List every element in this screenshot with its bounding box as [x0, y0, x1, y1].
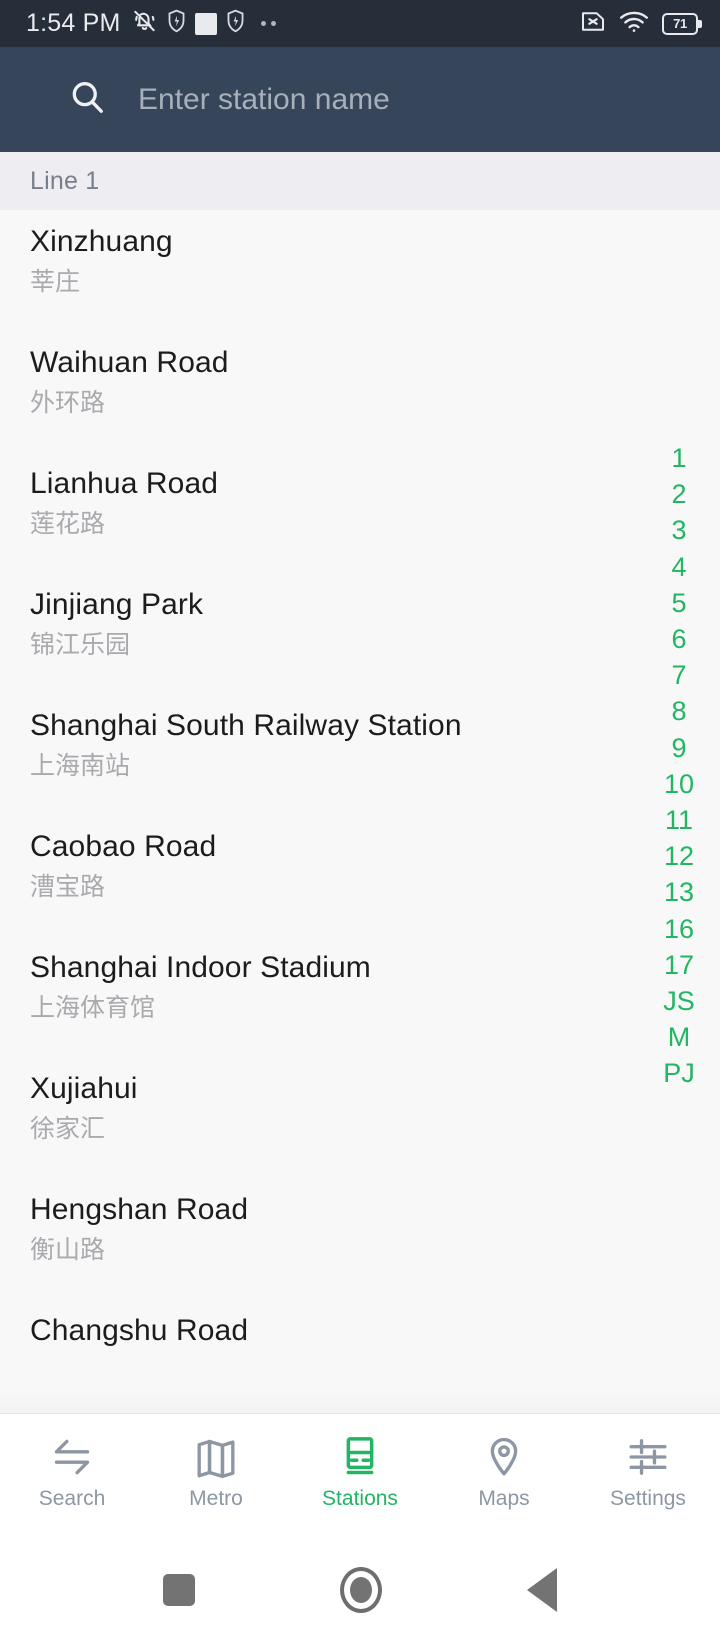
station-name-cn: 莘庄 — [30, 268, 81, 296]
nav-label-stations: Stations — [322, 1486, 398, 1510]
transfer-arrows-icon — [50, 1435, 94, 1479]
index-entry[interactable]: PJ — [650, 1055, 720, 1091]
search-bar[interactable] — [0, 47, 720, 152]
station-name-cn: 徐家汇 — [30, 1115, 106, 1143]
status-bar-left-icons — [131, 8, 276, 39]
search-icon[interactable] — [68, 78, 106, 121]
index-entry[interactable]: 12 — [650, 838, 720, 874]
more-dots-icon — [260, 21, 276, 26]
station-name-en: Caobao Road — [30, 830, 217, 863]
index-entry[interactable]: 11 — [650, 802, 720, 838]
status-bar-time: 1:54 PM — [26, 9, 121, 37]
wifi-icon — [619, 10, 649, 38]
nav-label-maps: Maps — [478, 1486, 530, 1510]
sliders-icon — [626, 1435, 670, 1479]
station-name-en: Xinzhuang — [30, 225, 173, 258]
station-list-item[interactable]: Waihuan Road 外环路 — [0, 331, 720, 452]
nav-item-settings[interactable]: Settings — [576, 1414, 720, 1530]
shield-icon — [167, 9, 186, 38]
status-bar: 1:54 PM 71 — [0, 0, 720, 47]
index-entry[interactable]: 2 — [650, 476, 720, 512]
vibrate-off-icon — [131, 8, 158, 39]
station-name-cn: 漕宝路 — [30, 873, 106, 901]
index-entry[interactable]: 16 — [650, 911, 720, 947]
index-entry[interactable]: JS — [650, 983, 720, 1019]
station-name-en: Jinjiang Park — [30, 588, 204, 621]
shield-icon — [226, 9, 245, 38]
station-list-item[interactable]: Shanghai South Railway Station 上海南站 — [0, 694, 720, 815]
station-name-en: Lianhua Road — [30, 467, 219, 500]
nav-label-settings: Settings — [610, 1486, 686, 1510]
station-name-cn: 锦江乐园 — [30, 631, 131, 659]
station-list-item[interactable]: Shanghai Indoor Stadium 上海体育馆 — [0, 936, 720, 1057]
station-list-item[interactable]: Jinjiang Park 锦江乐园 — [0, 573, 720, 694]
system-navigation-bar — [0, 1530, 720, 1650]
station-list-item[interactable]: Hengshan Road 衡山路 — [0, 1178, 720, 1299]
list-bottom-fade — [0, 1389, 720, 1413]
line-index-scroller[interactable]: 1 2 3 4 5 6 7 8 9 10 11 12 13 16 17 JS M PJ — [650, 440, 720, 1092]
index-entry[interactable]: 3 — [650, 512, 720, 548]
recents-square-icon[interactable] — [162, 1574, 195, 1606]
search-input[interactable] — [138, 76, 720, 123]
index-entry[interactable]: 10 — [650, 766, 720, 802]
folded-map-icon — [194, 1435, 238, 1479]
index-entry[interactable]: M — [650, 1019, 720, 1055]
station-name-en: Shanghai Indoor Stadium — [30, 951, 371, 984]
index-entry[interactable]: 6 — [650, 621, 720, 657]
nav-item-maps[interactable]: Maps — [432, 1414, 576, 1530]
index-entry[interactable]: 8 — [650, 693, 720, 729]
nav-label-metro: Metro — [189, 1486, 243, 1510]
index-entry[interactable]: 9 — [650, 730, 720, 766]
station-name-cn: 衡山路 — [30, 1236, 106, 1264]
station-name-cn: 莲花路 — [30, 510, 106, 538]
station-name-cn: 上海南站 — [30, 752, 131, 780]
station-list-item[interactable]: Changshu Road — [0, 1299, 720, 1368]
station-list-item[interactable]: Lianhua Road 莲花路 — [0, 452, 720, 573]
battery-icon: 71 — [662, 12, 702, 35]
status-bar-right-icons: 71 — [580, 9, 702, 39]
index-entry[interactable]: 1 — [650, 440, 720, 476]
square-icon — [194, 12, 217, 35]
station-name-cn: 外环路 — [30, 389, 106, 417]
station-name-en: Hengshan Road — [30, 1193, 249, 1226]
station-list-item[interactable]: Xujiahui 徐家汇 — [0, 1057, 720, 1178]
back-triangle-icon[interactable] — [527, 1568, 558, 1612]
line-section-header: Line 1 — [0, 152, 720, 210]
station-list-item[interactable]: Xinzhuang 莘庄 — [0, 210, 720, 331]
nav-item-search[interactable]: Search — [0, 1414, 144, 1530]
station-name-en: Shanghai South Railway Station — [30, 709, 462, 742]
station-name-en: Xujiahui — [30, 1072, 138, 1105]
station-list[interactable]: Xinzhuang 莘庄 Waihuan Road 外环路 Lianhua Road 莲花… — [0, 210, 720, 1368]
station-list-item[interactable]: Caobao Road 漕宝路 — [0, 815, 720, 936]
nav-item-metro[interactable]: Metro — [144, 1414, 288, 1530]
bottom-navigation: Search Metro Stations Maps Settings — [0, 1413, 720, 1530]
index-entry[interactable]: 13 — [650, 874, 720, 910]
sim-card-missing-icon — [580, 9, 606, 39]
index-entry[interactable]: 5 — [650, 585, 720, 621]
station-name-en: Changshu Road — [30, 1314, 249, 1347]
nav-label-search: Search — [38, 1486, 106, 1510]
index-entry[interactable]: 7 — [650, 657, 720, 693]
battery-level-label: 71 — [673, 16, 687, 31]
index-entry[interactable]: 17 — [650, 947, 720, 983]
index-entry[interactable]: 4 — [650, 549, 720, 585]
nav-item-stations[interactable]: Stations — [288, 1414, 432, 1530]
train-icon — [338, 1435, 382, 1479]
line-section-label: Line 1 — [30, 166, 100, 195]
station-name-cn: 上海体育馆 — [30, 994, 156, 1022]
home-circle-icon[interactable] — [339, 1567, 382, 1613]
map-pin-icon — [482, 1435, 526, 1479]
station-name-en: Waihuan Road — [30, 346, 229, 379]
